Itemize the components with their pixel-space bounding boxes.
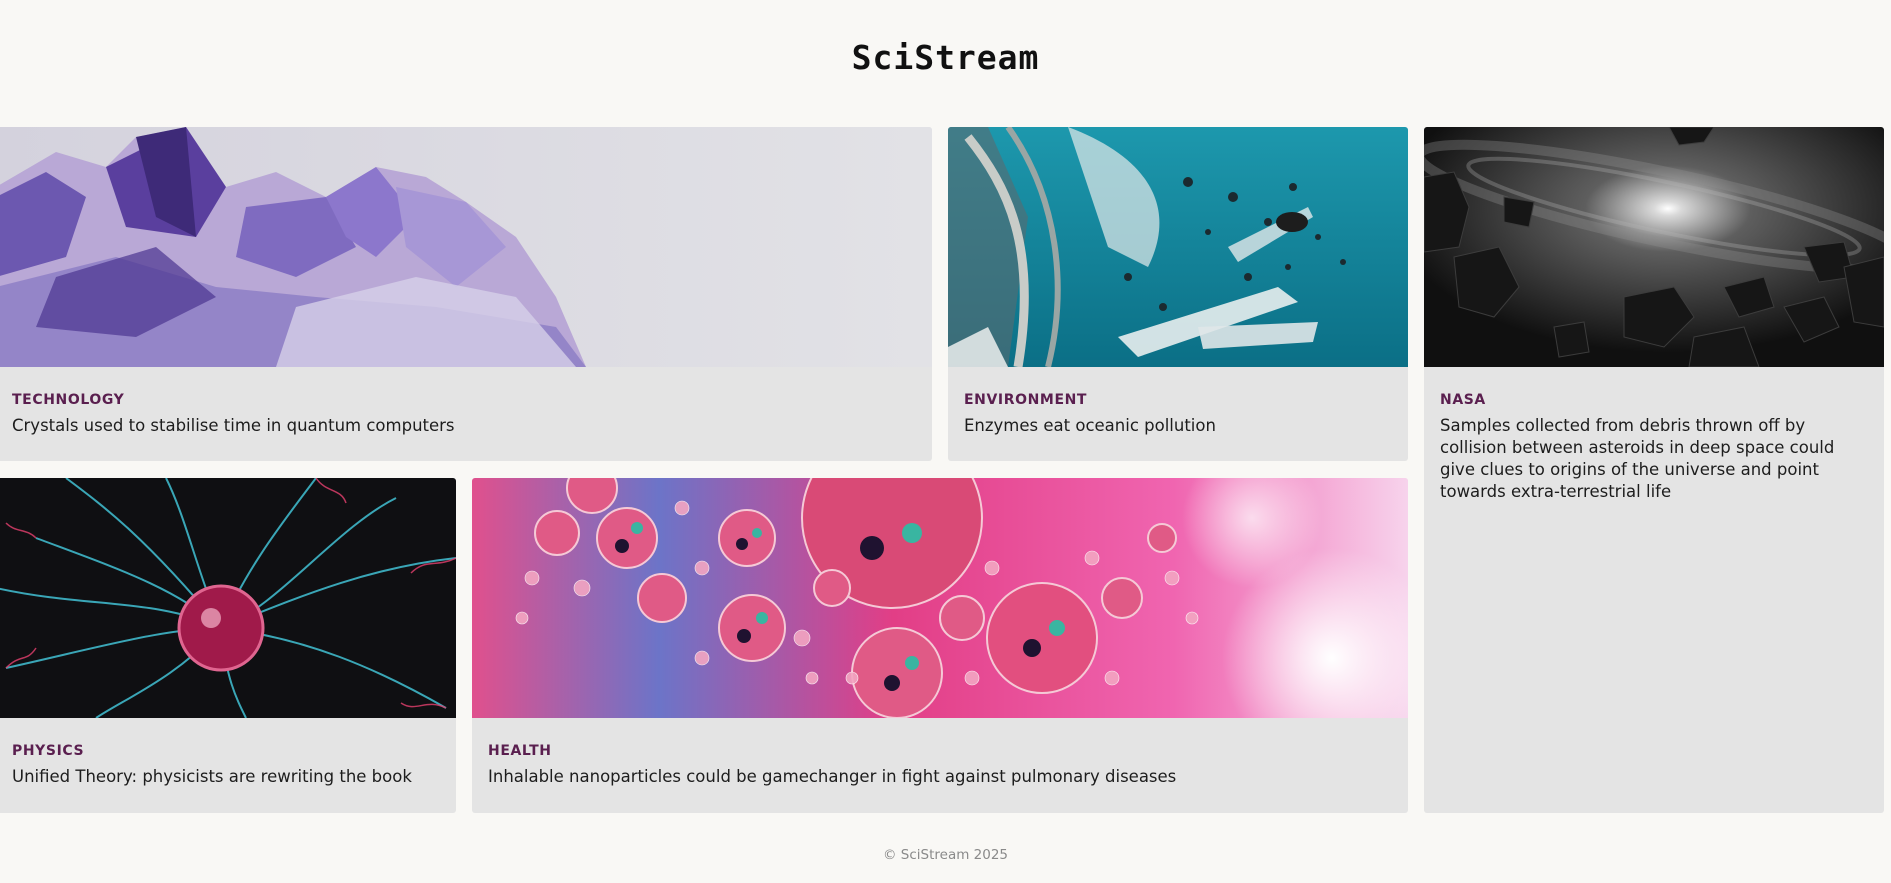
footer-copyright: © SciStream 2025 xyxy=(882,847,1009,863)
asteroid-field-image[interactable] xyxy=(1424,127,1884,367)
article-category: NASA xyxy=(1440,392,1486,408)
pink-bubbles-image[interactable] xyxy=(472,478,1408,718)
article-card-environment[interactable]: ENVIRONMENT Enzymes eat oceanic pollutio… xyxy=(948,127,1408,461)
article-category: PHYSICS xyxy=(12,743,85,759)
article-card-physics[interactable]: PHYSICS Unified Theory: physicists are r… xyxy=(0,478,456,813)
article-category: ENVIRONMENT xyxy=(964,392,1088,408)
plasma-ball-image[interactable] xyxy=(0,478,456,718)
article-headline[interactable]: Crystals used to stabilise time in quant… xyxy=(12,415,918,437)
article-headline[interactable]: Unified Theory: physicists are rewriting… xyxy=(12,766,442,788)
article-headline[interactable]: Samples collected from debris thrown off… xyxy=(1440,415,1864,503)
article-category: TECHNOLOGY xyxy=(12,392,125,408)
amethyst-crystals-image[interactable] xyxy=(0,127,932,367)
article-headline[interactable]: Inhalable nanoparticles could be gamecha… xyxy=(488,766,1394,788)
article-card-nasa[interactable]: NASA Samples collected from debris throw… xyxy=(1424,127,1884,813)
ocean-plastic-image[interactable] xyxy=(948,127,1408,367)
article-headline[interactable]: Enzymes eat oceanic pollution xyxy=(964,415,1394,437)
article-card-technology[interactable]: TECHNOLOGY Crystals used to stabilise ti… xyxy=(0,127,932,461)
site-title[interactable]: SciStream xyxy=(0,38,1891,77)
article-card-health[interactable]: HEALTH Inhalable nanoparticles could be … xyxy=(472,478,1408,813)
article-category: HEALTH xyxy=(488,743,552,759)
